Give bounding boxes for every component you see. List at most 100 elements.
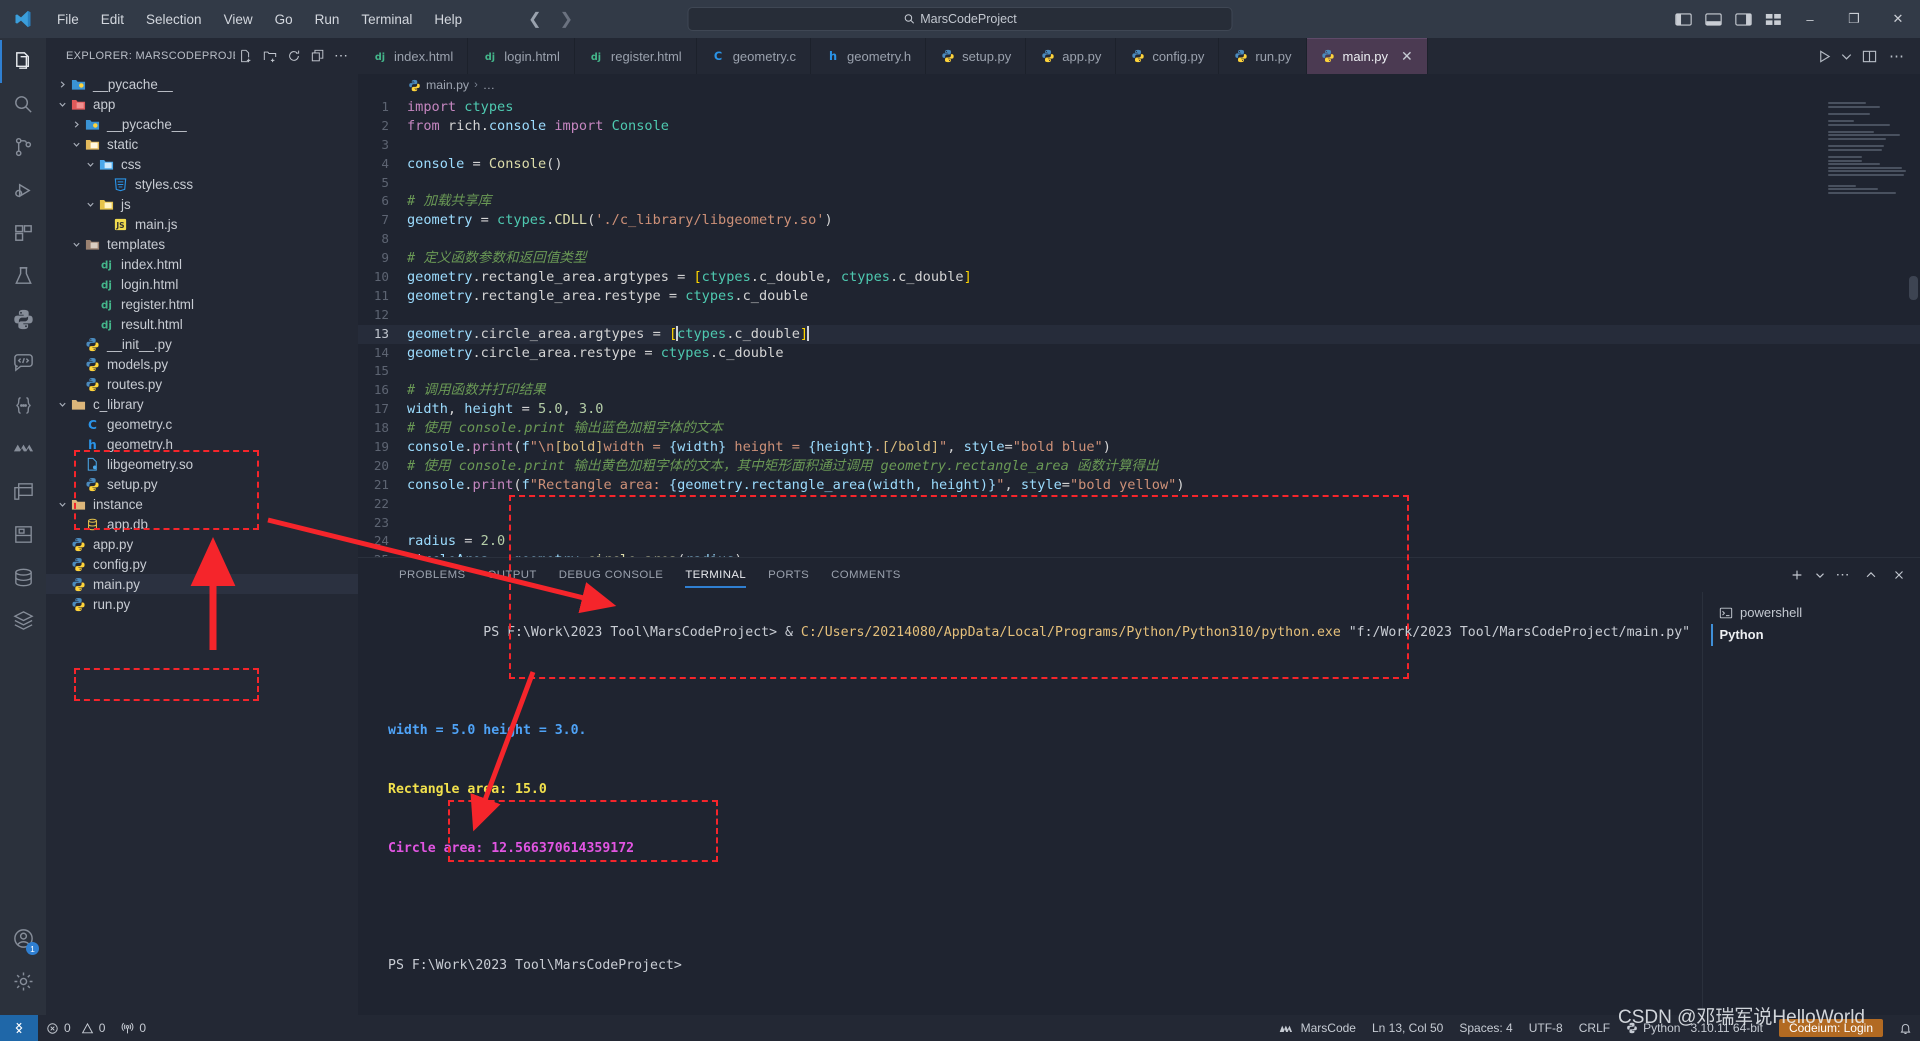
- chevron-down-icon[interactable]: [70, 240, 83, 249]
- terminal-list-item-powershell[interactable]: powershell: [1711, 602, 1920, 624]
- breadcrumb[interactable]: main.py › …: [358, 74, 1920, 96]
- code-line-21[interactable]: 21console.print(f"Rectangle area: {geome…: [358, 476, 1920, 495]
- terminal-profile-chevron-down-icon[interactable]: [1812, 562, 1828, 588]
- tree-item-login-html[interactable]: djlogin.html: [46, 274, 358, 294]
- maximize-panel-chevron-up-icon[interactable]: [1858, 562, 1884, 588]
- code-line-5[interactable]: 5: [358, 174, 1920, 193]
- editor-tab-geometry-c[interactable]: Cgeometry.c: [697, 38, 811, 74]
- window-minimize-button[interactable]: –: [1788, 0, 1832, 38]
- chevron-down-icon[interactable]: [84, 200, 97, 209]
- menu-selection[interactable]: Selection: [135, 8, 213, 31]
- tab-comments[interactable]: COMMENTS: [820, 558, 912, 592]
- window-close-button[interactable]: ✕: [1876, 0, 1920, 38]
- tree-item-routes-py[interactable]: routes.py: [46, 374, 358, 394]
- status-ports[interactable]: 0: [113, 1015, 154, 1041]
- code-line-8[interactable]: 8: [358, 230, 1920, 249]
- code-content[interactable]: 1import ctypes2from rich.console import …: [358, 96, 1920, 557]
- status-eol[interactable]: CRLF: [1571, 1015, 1618, 1041]
- activity-save[interactable]: [0, 513, 46, 556]
- tree-item-register-html[interactable]: djregister.html: [46, 294, 358, 314]
- code-line-1[interactable]: 1import ctypes: [358, 98, 1920, 117]
- chevron-right-icon[interactable]: ❯: [560, 9, 573, 29]
- new-terminal-icon[interactable]: [1784, 562, 1810, 588]
- tree-item-instance[interactable]: instance: [46, 494, 358, 514]
- tree-item-js[interactable]: js: [46, 194, 358, 214]
- menu-help[interactable]: Help: [423, 8, 473, 31]
- menu-run[interactable]: Run: [304, 8, 351, 31]
- menu-edit[interactable]: Edit: [90, 8, 135, 31]
- run-python-file-icon[interactable]: [1811, 41, 1837, 71]
- tree-item-app-py[interactable]: app.py: [46, 534, 358, 554]
- activity-marscode[interactable]: [0, 427, 46, 470]
- close-tab-icon[interactable]: ✕: [1401, 49, 1413, 63]
- editor-tab-setup-py[interactable]: setup.py: [926, 38, 1026, 74]
- window-maximize-button[interactable]: ❐: [1832, 0, 1876, 38]
- breadcrumb-file[interactable]: main.py: [426, 78, 469, 92]
- status-encoding[interactable]: UTF-8: [1521, 1015, 1571, 1041]
- menu-view[interactable]: View: [213, 8, 264, 31]
- tree-item-config-py[interactable]: config.py: [46, 554, 358, 574]
- activity-extensions[interactable]: [0, 212, 46, 255]
- remote-window-button[interactable]: [0, 1015, 38, 1041]
- editor-tab-config-py[interactable]: config.py: [1116, 38, 1219, 74]
- activity-settings[interactable]: [0, 960, 46, 1003]
- tree-item-templates[interactable]: templates: [46, 234, 358, 254]
- code-line-9[interactable]: 9# 定义函数参数和返回值类型: [358, 249, 1920, 268]
- minimap[interactable]: [1828, 102, 1906, 212]
- tab-output[interactable]: OUTPUT: [477, 558, 548, 592]
- code-editor[interactable]: 1import ctypes2from rich.console import …: [358, 96, 1920, 557]
- tree-item-libgeometry-so[interactable]: libgeometry.so: [46, 454, 358, 474]
- activity-search[interactable]: [0, 83, 46, 126]
- tree-item-geometry-c[interactable]: Cgeometry.c: [46, 414, 358, 434]
- status-marscode[interactable]: MarsCode: [1271, 1015, 1364, 1041]
- activity-json-tools[interactable]: [0, 384, 46, 427]
- tree-item-main-py[interactable]: main.py: [46, 574, 358, 594]
- status-language-mode[interactable]: Python 3.10.11 64-bit: [1618, 1015, 1771, 1041]
- code-line-14[interactable]: 14geometry.circle_area.restype = ctypes.…: [358, 344, 1920, 363]
- tree-item-setup-py[interactable]: setup.py: [46, 474, 358, 494]
- tree-item-geometry-h[interactable]: hgeometry.h: [46, 434, 358, 454]
- chevron-down-icon[interactable]: [56, 100, 69, 109]
- tab-debug-console[interactable]: DEBUG CONSOLE: [548, 558, 675, 592]
- code-line-25[interactable]: 25circleArea = geometry.circle_area(radi…: [358, 551, 1920, 556]
- chevron-right-icon[interactable]: [70, 120, 83, 129]
- chevron-down-icon[interactable]: [84, 160, 97, 169]
- menu-go[interactable]: Go: [264, 8, 304, 31]
- file-tree[interactable]: __pycache__app__pycache__staticcssstyles…: [46, 73, 358, 1015]
- code-line-6[interactable]: 6# 加载共享库: [358, 192, 1920, 211]
- tree-item--pycache-[interactable]: __pycache__: [46, 114, 358, 134]
- activity-python[interactable]: [0, 298, 46, 341]
- breadcrumb-more[interactable]: …: [483, 78, 495, 92]
- chevron-down-icon[interactable]: [56, 400, 69, 409]
- code-line-23[interactable]: 23: [358, 514, 1920, 533]
- toggle-secondary-sidebar-icon[interactable]: [1728, 12, 1758, 27]
- status-codeium[interactable]: Codeium: Login: [1771, 1015, 1891, 1041]
- tree-item-app-db[interactable]: app.db: [46, 514, 358, 534]
- status-problems[interactable]: 0 0: [38, 1015, 113, 1041]
- activity-database[interactable]: [0, 556, 46, 599]
- code-line-19[interactable]: 19console.print(f"\n[bold]width = {width…: [358, 438, 1920, 457]
- panel-more-actions-icon[interactable]: ⋯: [1830, 562, 1856, 588]
- code-line-11[interactable]: 11geometry.rectangle_area.restype = ctyp…: [358, 287, 1920, 306]
- terminal-output[interactable]: PS F:\Work\2023 Tool\MarsCodeProject> & …: [358, 592, 1702, 1015]
- activity-accounts[interactable]: 1: [0, 917, 46, 960]
- chevron-right-icon[interactable]: [56, 80, 69, 89]
- tree-item-result-html[interactable]: djresult.html: [46, 314, 358, 334]
- editor-tab-main-py[interactable]: main.py✕: [1307, 38, 1428, 74]
- tree-item-run-py[interactable]: run.py: [46, 594, 358, 614]
- code-line-18[interactable]: 18# 使用 console.print 输出蓝色加粗字体的文本: [358, 419, 1920, 438]
- toggle-primary-sidebar-icon[interactable]: [1668, 12, 1698, 27]
- tree-item--pycache-[interactable]: __pycache__: [46, 74, 358, 94]
- code-line-4[interactable]: 4console = Console(): [358, 155, 1920, 174]
- code-line-20[interactable]: 20# 使用 console.print 输出黄色加粗字体的文本，其中矩形面积通…: [358, 457, 1920, 476]
- code-line-2[interactable]: 2from rich.console import Console: [358, 117, 1920, 136]
- activity-preview[interactable]: [0, 470, 46, 513]
- editor-tab-app-py[interactable]: app.py: [1026, 38, 1116, 74]
- editor-tab-geometry-h[interactable]: hgeometry.h: [811, 38, 926, 74]
- menu-file[interactable]: File: [46, 8, 90, 31]
- tab-terminal[interactable]: TERMINAL: [674, 558, 757, 592]
- code-line-15[interactable]: 15: [358, 362, 1920, 381]
- chevron-left-icon[interactable]: ❮: [528, 9, 541, 29]
- code-line-7[interactable]: 7geometry = ctypes.CDLL('./c_library/lib…: [358, 211, 1920, 230]
- refresh-icon[interactable]: [283, 45, 304, 66]
